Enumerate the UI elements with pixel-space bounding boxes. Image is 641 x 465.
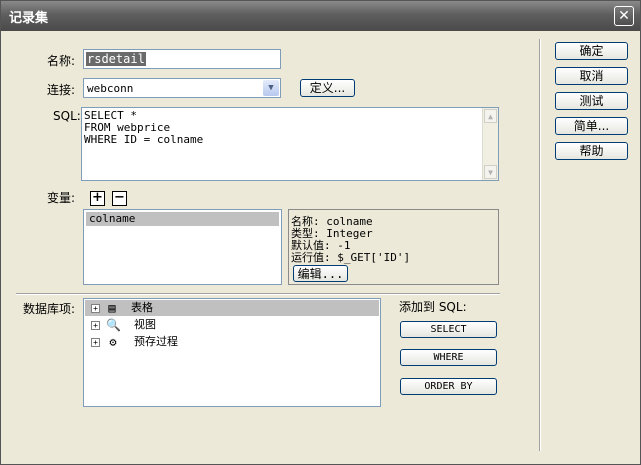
variable-runtime-line: 运行值: $_GET['ID'] — [291, 251, 411, 264]
add-to-sql-label: 添加到 SQL: — [399, 300, 467, 314]
window-title: 记录集 — [9, 11, 49, 26]
test-button[interactable]: 测试 — [555, 92, 628, 110]
remove-variable-button[interactable]: − — [112, 191, 127, 206]
cancel-button[interactable]: 取消 — [555, 67, 628, 85]
expand-icon[interactable]: + — [91, 338, 100, 347]
tree-item-views[interactable]: + 🔍 视图 — [88, 317, 378, 333]
close-button[interactable]: ✕ — [614, 6, 634, 26]
select-button[interactable]: SELECT — [400, 321, 497, 338]
define-button[interactable]: 定义... — [300, 79, 355, 97]
expand-icon[interactable]: + — [91, 321, 100, 330]
minus-icon: − — [114, 190, 125, 205]
name-value: rsdetail — [86, 52, 146, 66]
where-button[interactable]: WHERE — [400, 349, 497, 366]
table-icon: ▤ — [108, 301, 116, 315]
divider — [16, 293, 500, 295]
scroll-up-icon[interactable]: ▲ — [484, 109, 497, 123]
tree-item-tables[interactable]: + ▤ 表格 — [85, 300, 379, 316]
simple-button[interactable]: 简单... — [555, 117, 628, 135]
order-by-button[interactable]: ORDER BY — [400, 378, 497, 395]
variable-detail-panel: 名称: colname 类型: Integer 默认值: -1 运行值: $_G… — [288, 209, 499, 285]
expand-icon[interactable]: + — [91, 304, 100, 313]
scroll-down-icon[interactable]: ▼ — [484, 165, 497, 179]
variables-list[interactable]: colname — [83, 209, 282, 285]
sql-line: WHERE ID = colname — [84, 133, 204, 146]
stored-procedure-icon: ⚙ — [109, 335, 117, 349]
edit-variable-button[interactable]: 编辑... — [293, 265, 348, 282]
database-tree[interactable]: + ▤ 表格 + 🔍 视图 + ⚙ 预存过程 — [83, 298, 381, 407]
connection-label: 连接: — [47, 83, 76, 97]
database-items-label: 数据库项: — [23, 302, 76, 316]
add-variable-button[interactable]: + — [90, 191, 105, 206]
name-input[interactable]: rsdetail — [83, 49, 281, 69]
tree-item-label: 表格 — [131, 301, 153, 314]
help-button[interactable]: 帮助 — [555, 142, 628, 160]
sql-label: SQL: — [53, 109, 81, 123]
sql-text: SELECT * FROM webprice WHERE ID = colnam… — [84, 110, 203, 146]
title-bar[interactable]: 记录集 ✕ — [1, 1, 640, 31]
plus-icon: + — [92, 190, 103, 205]
variables-label: 变量: — [47, 191, 76, 205]
vertical-divider — [539, 39, 541, 451]
close-icon: ✕ — [618, 8, 630, 24]
tree-item-label: 预存过程 — [134, 335, 178, 348]
tree-item-stored-procedures[interactable]: + ⚙ 预存过程 — [88, 334, 378, 350]
ok-button[interactable]: 确定 — [555, 42, 628, 60]
connection-value: webconn — [87, 82, 134, 95]
recordset-dialog: 记录集 ✕ 名称: rsdetail 连接: webconn ▼ 定义... S… — [0, 0, 641, 465]
list-item[interactable]: colname — [86, 212, 279, 226]
view-icon: 🔍 — [106, 318, 121, 332]
sql-textarea[interactable]: SELECT * FROM webprice WHERE ID = colnam… — [81, 107, 499, 181]
connection-select[interactable]: webconn ▼ — [83, 78, 281, 98]
tree-item-label: 视图 — [134, 318, 156, 331]
chevron-down-icon[interactable]: ▼ — [263, 80, 279, 96]
sql-scrollbar[interactable]: ▲ ▼ — [482, 108, 498, 180]
name-label: 名称: — [47, 54, 76, 68]
